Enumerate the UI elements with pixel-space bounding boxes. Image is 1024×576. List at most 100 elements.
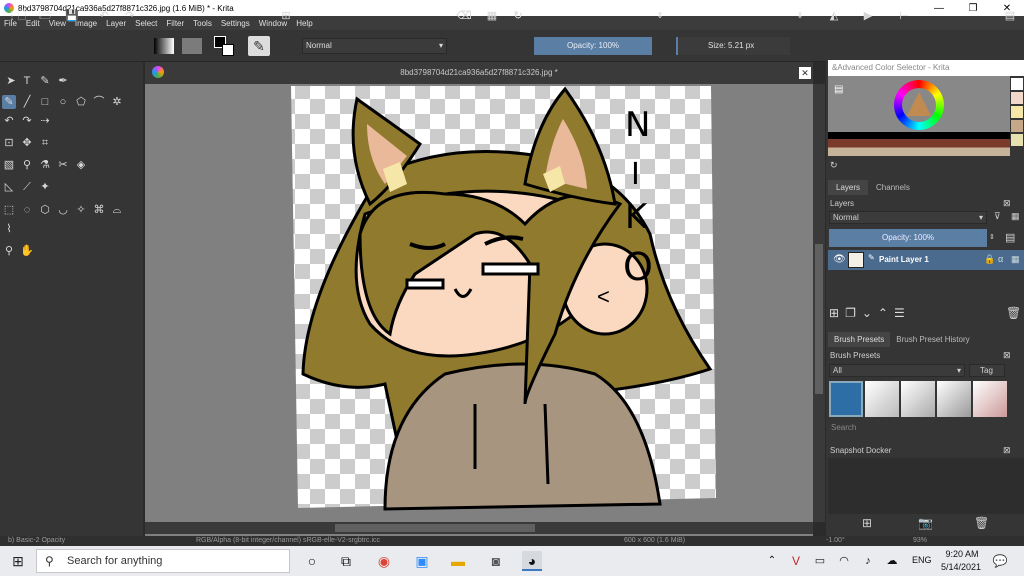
size-slider[interactable]: Size: 5.21 px [678,37,790,55]
color-picker-icon[interactable]: ⚲ [20,158,34,172]
text-tool-icon[interactable]: T [20,74,34,88]
clock-date[interactable]: 5/14/2021 [938,562,984,572]
tab-brush-presets[interactable]: Brush Presets [828,332,891,347]
show-hidden-icons-icon[interactable]: ⌃ [762,551,782,571]
rect-select-icon[interactable]: ⬚ [2,203,16,217]
menu-settings[interactable]: Settings [221,19,250,28]
brush-preset-icon[interactable]: ✎ [248,36,270,56]
color-selector-settings-icon[interactable]: ▤ [834,84,843,95]
transform-tool-icon[interactable]: ⊡ [2,136,16,150]
bezier-tool-icon[interactable]: ↶ [2,114,16,128]
similar-select-icon[interactable]: ⌘ [92,203,106,217]
open-folder-icon[interactable]: 🗁 [38,8,54,24]
brush-search-input[interactable]: Search [829,423,1011,435]
layer-properties-icon[interactable]: ▤ [1005,231,1015,244]
tab-layers[interactable]: Layers [828,180,869,195]
polyline-tool-icon[interactable]: ⌒ [92,95,106,109]
vertical-scrollbar[interactable] [813,84,825,522]
ellipse-tool-icon[interactable]: ○ [56,95,70,109]
pan-tool-icon[interactable]: ✋ [20,244,34,258]
layer-opacity-slider[interactable]: Opacity: 100% [829,229,987,247]
polygon-select-icon[interactable]: ⬡ [38,203,52,217]
brush-preset-item[interactable] [865,381,899,417]
smart-patch-icon[interactable]: ⚗ [38,158,52,172]
menu-tools[interactable]: Tools [193,19,212,28]
menu-filter[interactable]: Filter [166,19,184,28]
gradient-tool-icon[interactable]: ▧ [2,158,16,172]
dynamic-brush-icon[interactable]: ⇢ [38,114,52,128]
layer-options-icon[interactable]: ▦ [1011,211,1020,222]
ellipse-select-icon[interactable]: ◌ [20,203,34,217]
tag-button[interactable]: Tag [969,364,1005,377]
alpha-inherit-icon[interactable]: α [998,254,1003,264]
minimize-button[interactable]: — [922,3,956,14]
color-swatch[interactable] [1011,106,1023,118]
save-icon[interactable]: 💾 [64,8,80,24]
layer-blend-select[interactable]: Normal ▾ [829,211,987,224]
battery-icon[interactable]: ▭ [810,551,830,571]
menu-help[interactable]: Help [296,19,312,28]
horizontal-scroll-thumb[interactable] [335,524,535,532]
color-triangle[interactable] [907,92,931,116]
maximize-button[interactable]: ❐ [956,3,990,14]
color-swatch[interactable] [1011,78,1023,90]
taskbar-search[interactable]: ⚲ Search for anything [36,549,290,573]
measure-tool-icon[interactable]: ◺ [2,180,16,194]
wifi-icon[interactable]: ◠ [834,551,854,571]
brush-preset-item[interactable] [937,381,971,417]
krita-taskbar-icon[interactable]: ◕ [522,551,542,571]
snapshot-camera-icon[interactable]: 📷 [918,516,933,530]
select-shape-icon[interactable]: ➤ [4,74,18,88]
layer-filter-icon[interactable]: ⊽ [994,211,1001,222]
bezier-select-icon[interactable]: ⌓ [110,203,124,217]
antivirus-tray-icon[interactable]: V [786,551,806,571]
eraser-icon[interactable]: ⌫ [456,8,472,24]
layer-settings-icon[interactable]: ☰ [894,306,905,320]
freehand-path-icon[interactable]: ↷ [20,114,34,128]
dockers-menu-icon[interactable]: ▤ [1002,8,1018,24]
color-history-strip[interactable] [828,132,1010,156]
redo-icon[interactable]: ↷ [122,8,138,24]
assistant-tool-icon[interactable]: ⟋ [20,180,34,194]
clock-time[interactable]: 9:20 AM [944,549,980,559]
alpha-lock-icon[interactable]: ▦ [484,8,500,24]
tab-brush-preset-history[interactable]: Brush Preset History [890,332,975,347]
notifications-icon[interactable]: 💬 [990,551,1010,571]
brush-preset-item[interactable] [973,381,1007,417]
crop-tool-icon[interactable]: ⌗ [38,136,52,150]
eye-visibility-icon[interactable]: 👁 [833,254,846,265]
color-swatch[interactable] [1011,120,1023,132]
brush-preset-item[interactable] [901,381,935,417]
brush-filter-select[interactable]: All ▾ [829,364,965,377]
windows-start-icon[interactable]: ⊞ [8,551,28,571]
mirror-horizontal-icon[interactable]: ◭ [826,8,842,24]
size-spin-icon[interactable]: ⇕ [792,8,808,24]
onedrive-icon[interactable]: ☁ [882,551,902,571]
color-swatch[interactable] [1011,134,1023,146]
line-tool-icon[interactable]: ╱ [20,95,34,109]
file-explorer-icon[interactable]: ▬ [448,551,468,571]
multibrush-icon[interactable]: ✲ [110,95,124,109]
color-swatch[interactable] [1011,92,1023,104]
layer-row-paint-layer-1[interactable]: 👁 ✎ Paint Layer 1 🔒 α ▦ [828,250,1024,270]
contiguous-select-icon[interactable]: ✧ [74,203,88,217]
edit-shapes-icon[interactable]: ✎ [38,74,52,88]
move-layer-down-icon[interactable]: ⌄ [862,306,872,320]
snapshot-list[interactable] [828,458,1024,514]
blend-mode-select[interactable]: Normal ▾ [302,38,447,54]
magnetic-select-icon[interactable]: ⌇ [2,222,16,236]
duplicate-layer-icon[interactable]: ❐ [845,306,856,320]
move-tool-icon[interactable]: ✥ [20,136,34,150]
lock-icon[interactable]: 🔒 [984,254,995,265]
freehand-brush-icon[interactable]: ✎ [2,95,16,109]
mirror-vertical-icon[interactable]: ▶ [860,8,876,24]
horizontal-scrollbar[interactable] [145,522,813,534]
opacity-spin-icon[interactable]: ⇕ [652,8,668,24]
task-view-icon[interactable]: ⧉ [336,551,356,571]
canvas-drawing[interactable]: < N I K O [145,84,813,522]
layer-opacity-spin-icon[interactable]: ⇕ [989,233,995,241]
opacity-slider[interactable]: Opacity: 100% [534,37,652,55]
color-swap-widget[interactable] [214,36,236,56]
fill-tool-icon[interactable]: ◈ [74,158,88,172]
colorize-mask-icon[interactable]: ✂ [56,158,70,172]
